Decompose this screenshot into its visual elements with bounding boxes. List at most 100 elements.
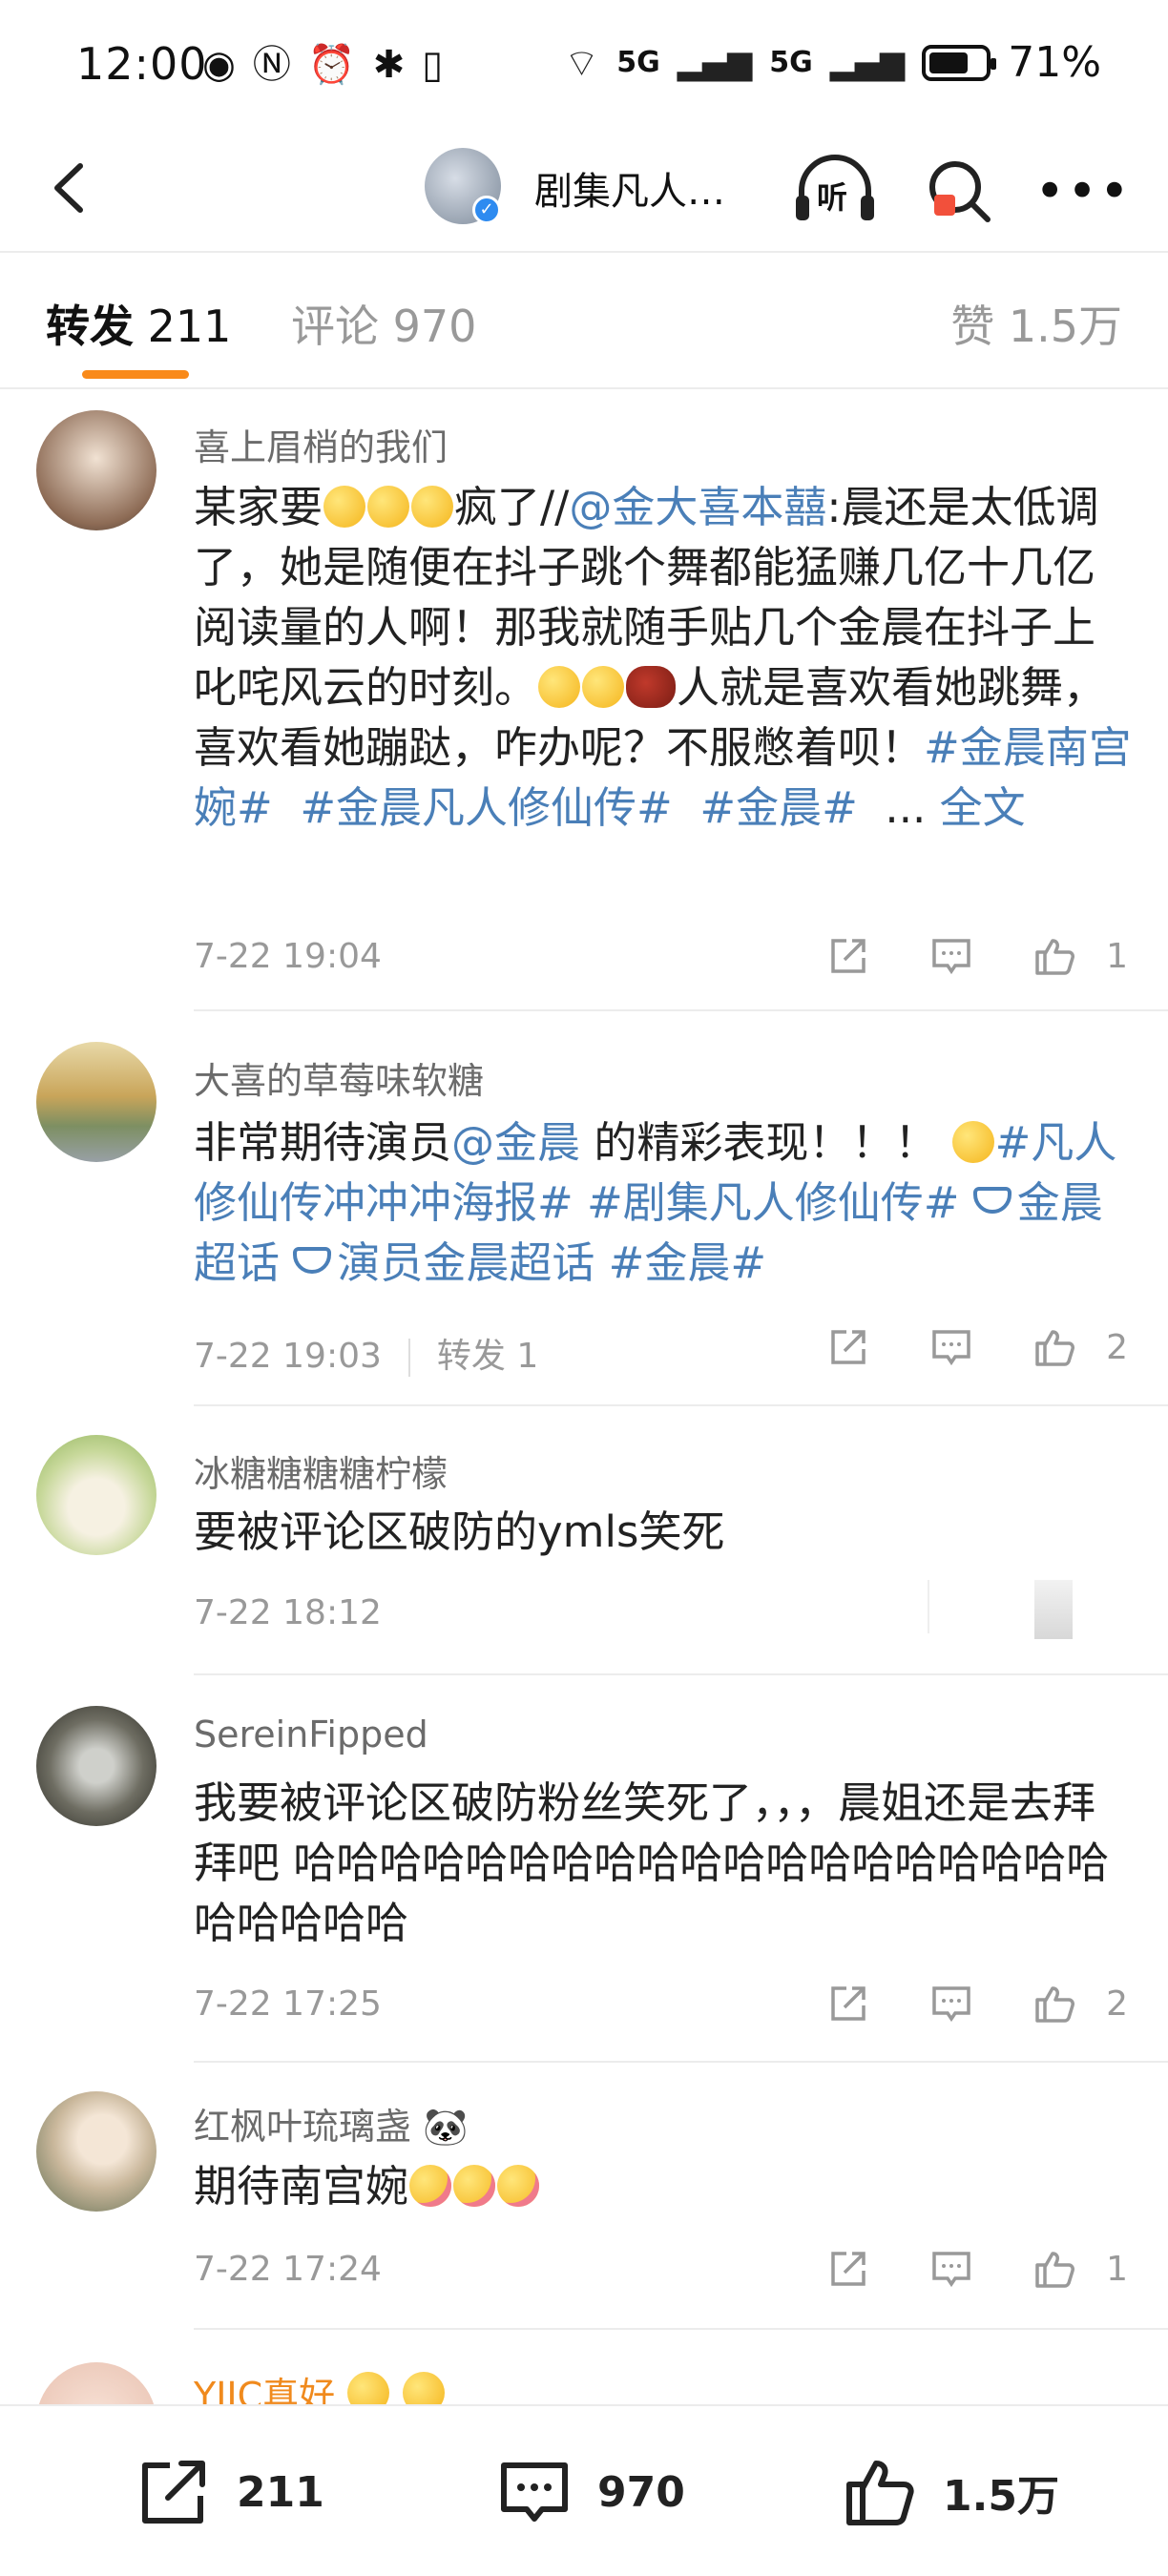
avatar[interactable] <box>36 2362 156 2404</box>
tab-like-count: 1.5万 <box>1008 301 1122 352</box>
super-topic-link[interactable]: 演员金晨超话 <box>337 1237 594 1288</box>
like-count: 2 <box>1106 1327 1128 1367</box>
comment-button[interactable] <box>928 2246 974 2292</box>
crown-badge-icon <box>347 2372 390 2404</box>
post-text[interactable]: 期待南宫婉 <box>194 2156 1134 2216</box>
hashtag-link[interactable]: #金晨# <box>699 782 857 833</box>
chevron-left-icon <box>54 163 83 213</box>
username[interactable]: YJJC真好 <box>194 2366 446 2404</box>
share-button[interactable] <box>825 1981 871 2026</box>
share-icon <box>831 2252 866 2286</box>
smile-emoji-icon <box>538 666 581 708</box>
alarm-icon: ⏰ <box>307 43 356 87</box>
avatar[interactable] <box>36 1435 156 1555</box>
shush-emoji-icon <box>411 486 454 528</box>
username[interactable]: 大喜的草莓味软糖 <box>194 1051 484 1104</box>
avatar[interactable] <box>36 1706 156 1826</box>
comment-icon <box>932 939 970 975</box>
timestamp: 7-22 17:25 <box>194 1984 382 2024</box>
search-button[interactable] <box>916 153 1002 229</box>
post-text[interactable]: 我要被评论区破防粉丝笑死了，，，晨姐还是去拜拜吧 哈哈哈哈哈哈哈哈哈哈哈哈哈哈哈… <box>194 1773 1134 1953</box>
smile-emoji-icon <box>582 666 625 708</box>
hashtag-link[interactable]: #剧集凡人修仙传# <box>587 1177 959 1228</box>
share-icon <box>142 2461 205 2524</box>
share-button[interactable] <box>825 2246 871 2292</box>
avatar[interactable] <box>36 2091 156 2212</box>
hashtag-link[interactable]: #金晨# <box>609 1237 766 1288</box>
mention-link[interactable]: @金晨 <box>451 1117 580 1168</box>
mention-link[interactable]: @金大喜本囍 <box>569 482 826 532</box>
red-bean-emoji-icon <box>626 666 677 708</box>
share-icon <box>831 939 866 973</box>
search-icon <box>929 161 991 222</box>
username[interactable]: SereinFipped <box>194 1714 428 1755</box>
bottom-like-button[interactable]: 1.5万 <box>840 2452 1059 2532</box>
thumbs-up-icon <box>1035 939 1075 975</box>
thumbs-up-icon <box>1035 2252 1075 2288</box>
network-1: 5G <box>616 46 660 79</box>
post-text[interactable]: 非常期待演员@金晨 的精彩表现！！！ #凡人修仙传冲冲冲海报# #剧集凡人修仙传… <box>194 1112 1134 1293</box>
post-text[interactable]: 要被评论区破防的ymls笑死 <box>194 1502 1134 1562</box>
header-divider <box>0 251 1168 253</box>
comment-icon <box>932 1330 970 1366</box>
username[interactable]: 冰糖糖糖糖柠檬 <box>194 1444 448 1497</box>
thumbs-up-icon <box>1035 1330 1075 1366</box>
username-text: YJJC真好 <box>194 2375 336 2404</box>
like-button[interactable]: 1 <box>1032 933 1128 979</box>
thumbs-up-icon <box>1035 1986 1075 2023</box>
loading-placeholder <box>1034 1580 1073 1639</box>
share-button[interactable] <box>825 933 871 979</box>
signal-icon-2: ▂▄▆ <box>829 43 906 82</box>
listen-button[interactable]: 听 <box>792 153 878 229</box>
tab-divider <box>0 387 1168 389</box>
header-title[interactable]: 剧集凡人… <box>534 160 725 216</box>
tab-comment-count: 970 <box>392 301 477 352</box>
tab-repost[interactable]: 转发 211 <box>46 292 231 355</box>
kiss-emoji-icon <box>409 2165 452 2207</box>
text-segment: 疯了// <box>454 482 570 532</box>
fish-badge-icon <box>403 2372 446 2404</box>
like-button[interactable]: 2 <box>1032 1324 1128 1370</box>
full-text-link[interactable]: 全文 <box>940 782 1026 833</box>
bottom-repost-button[interactable]: 211 <box>134 2452 324 2532</box>
username[interactable]: 红枫叶琉璃盏 🐼 <box>194 2097 468 2150</box>
share-button[interactable] <box>825 1324 871 1370</box>
status-right: ⌔ 5G ▂▄▆ 5G ▂▄▆ 71% <box>564 38 1101 87</box>
post-divider <box>194 1009 1168 1011</box>
listen-label: 听 <box>817 179 848 216</box>
repost-count[interactable]: 转发 1 <box>437 1337 538 1376</box>
post-actions: 1 <box>768 2246 1128 2292</box>
tab-repost-label: 转发 <box>46 301 134 352</box>
avatar[interactable] <box>36 410 156 530</box>
hashtag-link[interactable]: #金晨凡人修仙传# <box>300 782 672 833</box>
like-button[interactable]: 2 <box>1032 1981 1128 2026</box>
like-button[interactable]: 1 <box>1032 2246 1128 2292</box>
bottom-repost-count: 211 <box>237 2467 324 2517</box>
eye-icon: ◉ <box>202 43 236 87</box>
timestamp: 7-22 18:12 <box>194 1593 382 1632</box>
bottom-comment-button[interactable]: 970 <box>494 2452 685 2532</box>
more-icon[interactable]: ••• <box>1034 153 1130 229</box>
meta-separator <box>407 1339 410 1377</box>
comment-button[interactable] <box>928 1324 974 1370</box>
username[interactable]: 喜上眉梢的我们 <box>194 418 448 470</box>
comment-icon <box>932 2252 970 2288</box>
post-divider <box>194 1404 1168 1406</box>
post-divider <box>194 2061 1168 2063</box>
kiss-emoji-icon <box>453 2165 496 2207</box>
back-button[interactable] <box>38 155 105 221</box>
tab-like[interactable]: 赞 1.5万 <box>950 292 1122 355</box>
post-meta: 7-22 19:03 转发 1 <box>194 1328 538 1378</box>
tab-comment[interactable]: 评论 970 <box>291 292 476 355</box>
comment-button[interactable] <box>928 1981 974 2026</box>
post-text[interactable]: 某家要 疯了//@金大喜本囍:晨还是太低调了，她是随便在抖子跳个舞都能猛赚几亿十几… <box>194 477 1134 838</box>
text-segment: 的精彩表现！！！ <box>580 1117 938 1168</box>
comment-button[interactable] <box>928 933 974 979</box>
list-item[interactable]: YJJC真好 <box>0 2328 1168 2404</box>
avatar[interactable] <box>36 1042 156 1162</box>
timestamp: 7-22 19:03 <box>194 1337 382 1376</box>
cheering-emoji-icon <box>951 1121 994 1163</box>
like-count: 1 <box>1106 2249 1128 2289</box>
timestamp: 7-22 17:24 <box>194 2250 382 2289</box>
bottom-comment-count: 970 <box>597 2467 685 2517</box>
